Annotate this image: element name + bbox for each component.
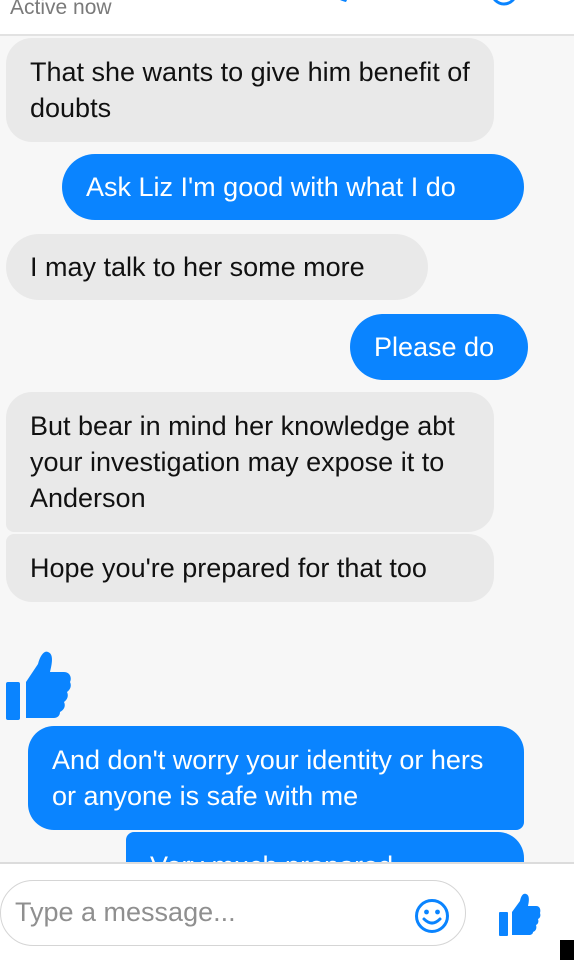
active-status: Active now <box>10 0 112 19</box>
message-bubble-outgoing[interactable]: And don't worry your identity or hers or… <box>28 726 524 830</box>
message-bubble-incoming[interactable]: Hope you're prepared for that too <box>6 534 494 602</box>
message-text: I may talk to her some more <box>30 252 365 282</box>
message-text: Ask Liz I'm good with what I do <box>86 172 456 202</box>
message-text: That she wants to give him benefit of do… <box>30 57 470 123</box>
message-text: And don't worry your identity or hers or… <box>52 745 484 811</box>
message-text: But bear in mind her knowledge abt your … <box>30 411 455 513</box>
message-bubble-incoming[interactable]: I may talk to her some more <box>6 234 428 300</box>
message-thread: That she wants to give him benefit of do… <box>0 36 574 862</box>
message-composer: Type a message... <box>0 862 574 960</box>
message-bubble-incoming[interactable]: That she wants to give him benefit of do… <box>6 38 494 142</box>
conversation-header: Active now <box>0 0 574 36</box>
message-bubble-incoming[interactable]: But bear in mind her knowledge abt your … <box>6 392 494 532</box>
message-text: Please do <box>374 332 495 362</box>
phone-call-icon[interactable] <box>322 0 350 6</box>
info-icon[interactable] <box>490 0 518 6</box>
smiley-icon[interactable] <box>414 898 450 934</box>
message-bubble-outgoing[interactable]: Please do <box>350 314 528 380</box>
message-bubble-outgoing[interactable]: Ask Liz I'm good with what I do <box>62 154 524 220</box>
message-input[interactable]: Type a message... <box>0 880 466 946</box>
message-text: Very much prepared ... <box>150 851 423 862</box>
thumbs-up-icon[interactable] <box>4 648 72 720</box>
message-bubble-outgoing[interactable]: Very much prepared ... <box>126 832 524 862</box>
message-input-placeholder: Type a message... <box>15 897 236 927</box>
message-text: Hope you're prepared for that too <box>30 553 427 583</box>
thumbs-up-icon[interactable] <box>498 892 542 936</box>
screen-corner <box>560 940 574 960</box>
